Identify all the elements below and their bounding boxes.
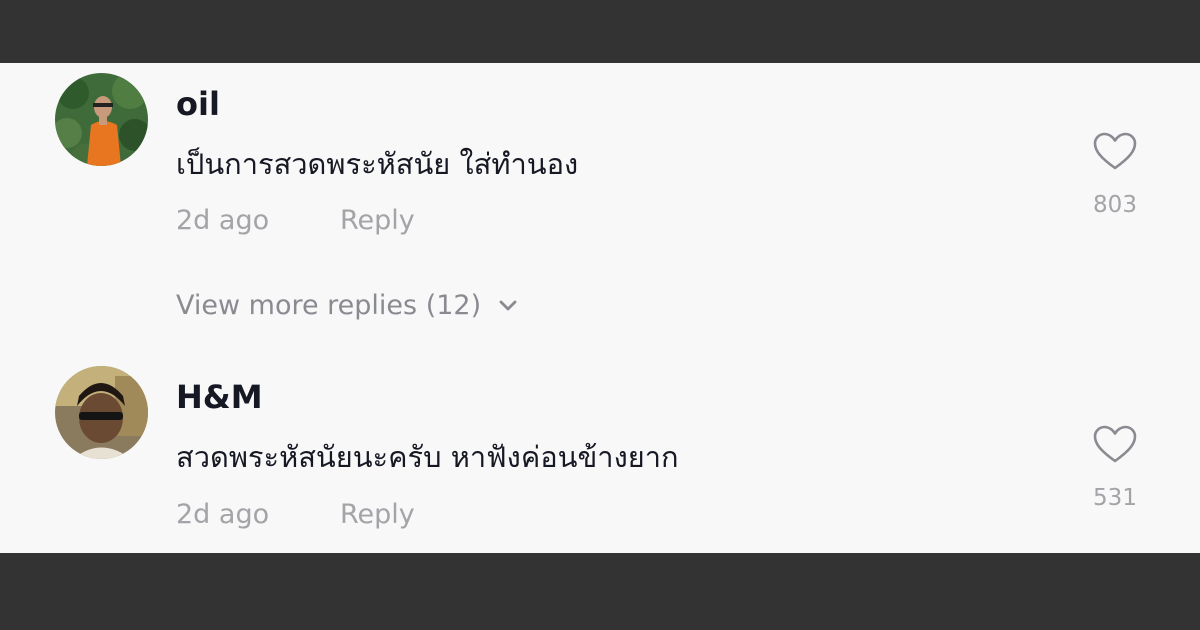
- top-letterbox-bar: [0, 0, 1200, 63]
- avatar-image: [55, 73, 148, 166]
- avatar-image: [55, 366, 148, 459]
- comment-username[interactable]: H&M: [176, 378, 263, 416]
- view-more-replies-label: View more replies (12): [176, 289, 482, 321]
- comment-timestamp: 2d ago: [176, 205, 270, 236]
- reply-button[interactable]: Reply: [340, 205, 415, 236]
- like-count: 803: [1093, 192, 1137, 218]
- chevron-down-icon: [497, 294, 519, 316]
- comment-timestamp: 2d ago: [176, 499, 270, 530]
- heart-outline-icon[interactable]: [1092, 131, 1138, 171]
- comment-text: เป็นการสวดพระหัสนัย ใส่ทำนอง: [176, 147, 579, 181]
- comment-text: สวดพระหัสนัยนะครับ หาฟังค่อนข้างยาก: [176, 440, 679, 474]
- comment-username[interactable]: oil: [176, 85, 220, 123]
- bottom-letterbox-bar: [0, 553, 1200, 630]
- like-count: 531: [1093, 485, 1137, 511]
- comments-panel: oil เป็นการสวดพระหัสนัย ใส่ทำนอง 2d ago …: [0, 63, 1200, 553]
- avatar[interactable]: [55, 366, 148, 459]
- avatar[interactable]: [55, 73, 148, 166]
- view-more-replies-button[interactable]: View more replies (12): [176, 285, 519, 325]
- heart-outline-icon[interactable]: [1092, 424, 1138, 464]
- reply-button[interactable]: Reply: [340, 499, 415, 530]
